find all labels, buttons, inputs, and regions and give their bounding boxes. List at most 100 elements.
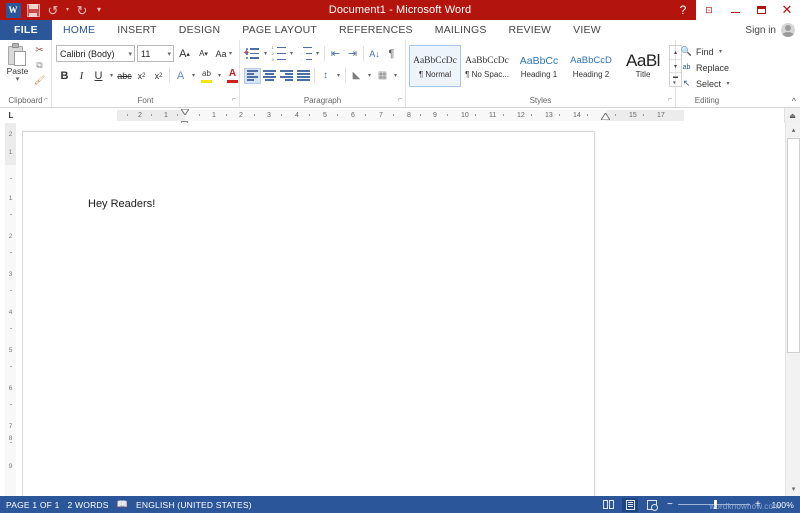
subscript-icon[interactable]: x2 [133, 67, 150, 84]
ruler-toggle-button[interactable]: ⏏ [784, 108, 800, 123]
tab-page-layout[interactable]: PAGE LAYOUT [231, 20, 328, 40]
undo-dropdown-icon[interactable]: ▾ [63, 1, 72, 19]
styles-dialog-launcher[interactable]: ⌐ [668, 94, 672, 106]
close-button[interactable]: ✕ [774, 0, 800, 20]
scroll-down-button[interactable]: ▾ [786, 482, 800, 496]
document-canvas[interactable]: Hey Readers! [22, 123, 785, 496]
show-formatting-marks-icon[interactable]: ¶ [383, 45, 400, 62]
vertical-ruler[interactable]: 2 1 1 2 3 4 5 6 7 8 9 [0, 123, 22, 496]
clipboard-dialog-launcher[interactable]: ⌐ [44, 94, 48, 106]
scroll-up-button[interactable]: ▴ [786, 123, 800, 137]
web-layout-view-button[interactable] [644, 498, 660, 512]
tab-file[interactable]: FILE [0, 20, 52, 40]
underline-icon[interactable]: U [90, 67, 107, 84]
decrease-indent-icon[interactable]: ⇤ [327, 45, 344, 62]
zoom-control[interactable]: − + [666, 499, 762, 510]
style-heading-2[interactable]: AaBbCcD Heading 2 [565, 45, 617, 87]
grow-font-icon[interactable]: A▴ [176, 45, 193, 62]
increase-indent-icon[interactable]: ⇥ [344, 45, 361, 62]
cut-icon[interactable]: ✂ [32, 44, 47, 57]
font-name-input[interactable]: Calibri (Body) ▾ [56, 45, 135, 62]
select-caret-icon[interactable]: ▾ [724, 80, 732, 87]
restore-button[interactable] [748, 0, 774, 20]
text-effects-caret-icon[interactable]: ▾ [189, 67, 198, 84]
font-dialog-launcher[interactable]: ⌐ [232, 94, 236, 106]
word-count[interactable]: 2 WORDS [68, 500, 117, 510]
bullets-icon[interactable] [244, 45, 261, 62]
help-button[interactable]: ? [670, 0, 696, 20]
align-center-icon[interactable] [261, 68, 278, 84]
font-size-input[interactable]: 11 ▾ [137, 45, 174, 62]
paste-button[interactable]: Paste ▾ [4, 43, 31, 83]
bullets-caret-icon[interactable]: ▾ [261, 45, 270, 62]
tab-home[interactable]: HOME [52, 20, 106, 40]
replace-button[interactable]: ab Replace [680, 60, 729, 75]
avatar[interactable] [781, 23, 795, 37]
save-icon[interactable] [23, 1, 43, 19]
first-line-indent-marker[interactable] [117, 109, 125, 115]
proofing-status-icon[interactable]: 📖 [117, 499, 136, 510]
minimize-button[interactable] [722, 0, 748, 20]
justify-icon[interactable] [295, 68, 312, 84]
select-button[interactable]: ↖ Select ▾ [680, 76, 732, 91]
paste-dropdown-icon[interactable]: ▾ [16, 76, 20, 83]
document-body-text[interactable]: Hey Readers! [88, 198, 155, 210]
tab-review[interactable]: REVIEW [498, 20, 563, 40]
tab-insert[interactable]: INSERT [106, 20, 168, 40]
multilevel-caret-icon[interactable]: ▾ [313, 45, 322, 62]
style-no-spacing[interactable]: AaBbCcDc ¶ No Spac... [461, 45, 513, 87]
line-spacing-caret-icon[interactable]: ▾ [334, 67, 343, 84]
print-layout-view-button[interactable] [622, 498, 638, 512]
collapse-ribbon-button[interactable]: ^ [792, 96, 796, 106]
tab-mailings[interactable]: MAILINGS [424, 20, 498, 40]
underline-caret-icon[interactable]: ▾ [107, 67, 116, 84]
align-right-icon[interactable] [278, 68, 295, 84]
scrollbar-thumb[interactable] [787, 138, 800, 353]
format-painter-icon[interactable]: 🖌 [32, 74, 47, 87]
shrink-font-icon[interactable]: A▾ [195, 45, 212, 62]
zoom-slider-thumb[interactable] [714, 500, 717, 509]
document-page[interactable]: Hey Readers! [22, 131, 595, 496]
undo-icon[interactable]: ↺ [43, 1, 63, 19]
text-highlight-color-icon[interactable]: ab [198, 67, 215, 84]
strikethrough-icon[interactable]: abc [116, 67, 133, 84]
redo-icon[interactable]: ↻ [72, 1, 92, 19]
numbering-caret-icon[interactable]: ▾ [287, 45, 296, 62]
superscript-icon[interactable]: x2 [150, 67, 167, 84]
sort-icon[interactable]: A↓ [366, 45, 383, 62]
vertical-scrollbar[interactable]: ▴ ▾ [785, 123, 800, 496]
horizontal-ruler[interactable]: 2 1 1 2 3 4 5 6 7 8 9 10 11 12 13 14 15 … [117, 110, 684, 121]
bold-icon[interactable]: B [56, 67, 73, 84]
read-mode-view-button[interactable] [600, 498, 616, 512]
zoom-slider-track[interactable] [678, 504, 750, 505]
italic-icon[interactable]: I [73, 67, 90, 84]
style-title[interactable]: AaBl Title [617, 45, 669, 87]
tab-references[interactable]: REFERENCES [328, 20, 424, 40]
tab-stop-selector[interactable]: L [0, 108, 22, 123]
style-normal[interactable]: AaBbCcDc ¶ Normal [409, 45, 461, 87]
zoom-out-button[interactable]: − [666, 499, 674, 510]
word-logo-icon[interactable]: W [3, 1, 23, 19]
numbering-icon[interactable]: 123 [270, 45, 287, 62]
tab-design[interactable]: DESIGN [168, 20, 231, 40]
text-effects-icon[interactable]: A [172, 67, 189, 84]
shading-icon[interactable]: ◣ [348, 67, 365, 84]
customize-quick-access-toolbar-icon[interactable]: ▾ [92, 1, 106, 19]
ribbon-display-options-button[interactable]: ⊡ [696, 0, 722, 20]
page-indicator[interactable]: PAGE 1 OF 1 [6, 500, 68, 510]
style-heading-1[interactable]: AaBbCc Heading 1 [513, 45, 565, 87]
font-color-icon[interactable]: A [224, 67, 241, 84]
highlight-caret-icon[interactable]: ▾ [215, 67, 224, 84]
align-left-icon[interactable] [244, 68, 261, 84]
borders-icon[interactable]: ▦ [374, 67, 391, 84]
multilevel-list-icon[interactable]: ··· [296, 45, 313, 62]
find-caret-icon[interactable]: ▾ [717, 48, 725, 55]
find-button[interactable]: 🔍 Find ▾ [680, 44, 725, 59]
zoom-percentage[interactable]: 100% [768, 500, 794, 510]
tab-view[interactable]: VIEW [562, 20, 612, 40]
language-indicator[interactable]: ENGLISH (UNITED STATES) [136, 500, 260, 510]
sign-in-link[interactable]: Sign in [745, 25, 776, 36]
zoom-in-button[interactable]: + [754, 499, 762, 510]
change-case-icon[interactable]: Aa▾ [214, 45, 236, 62]
line-spacing-icon[interactable]: ↕ [317, 67, 334, 84]
